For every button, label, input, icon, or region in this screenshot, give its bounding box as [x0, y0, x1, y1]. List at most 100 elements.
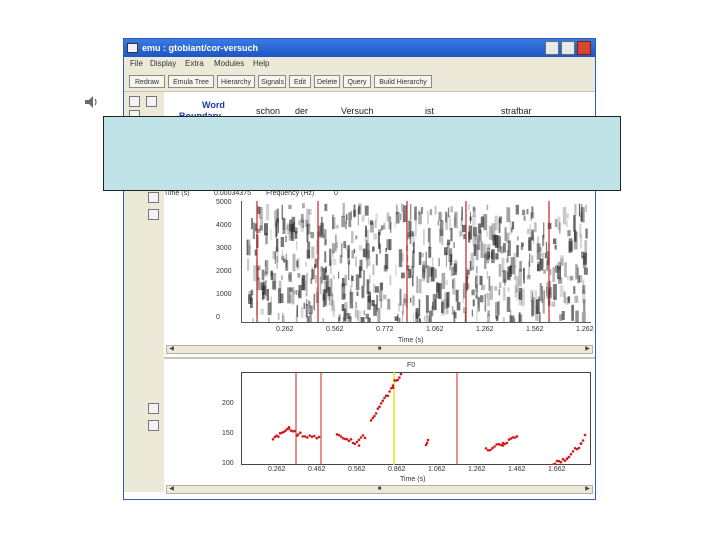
minimize-icon[interactable]	[545, 41, 559, 55]
spectrogram-streak	[390, 222, 392, 233]
maximize-icon[interactable]	[561, 41, 575, 55]
menu-help[interactable]: Help	[253, 59, 269, 68]
pane-splitter[interactable]	[164, 357, 595, 359]
scroll-right-icon[interactable]: ▶	[583, 346, 592, 353]
f0-point	[369, 419, 373, 422]
spectrogram-x-tick: 1.262	[476, 326, 494, 333]
window-title: emu : gtobiant/cor-versuch	[142, 43, 259, 53]
spectrogram-streak	[528, 253, 531, 267]
spectro-tool-icon[interactable]	[148, 192, 159, 203]
spectrogram-streak	[486, 204, 489, 211]
menu-extra[interactable]: Extra	[185, 59, 204, 68]
scroll-left-icon[interactable]: ◀	[167, 346, 176, 353]
spectrogram-streak	[582, 285, 586, 295]
emula-tree-button[interactable]: Emula Tree	[168, 75, 214, 88]
signals-button[interactable]: Signals	[258, 75, 286, 88]
query-button[interactable]: Query	[343, 75, 371, 88]
spectrogram-streak	[266, 289, 269, 301]
spectrogram-streak	[349, 315, 352, 322]
spectrogram-streak	[507, 287, 510, 292]
f0-tool-icon[interactable]	[148, 403, 159, 414]
spectro-edit-icon[interactable]	[148, 209, 159, 220]
spectrogram-streak	[438, 211, 442, 221]
spectrogram-streak	[372, 283, 376, 293]
spectrogram-streak	[518, 269, 522, 287]
spectrogram-streak	[368, 217, 370, 225]
f0-edit-icon[interactable]	[148, 420, 159, 431]
scroll-right-icon[interactable]: ▶	[583, 486, 592, 493]
time-value: 0.00034375	[214, 190, 251, 197]
edit-button[interactable]: Edit	[289, 75, 311, 88]
delete-button[interactable]: Delete	[314, 75, 340, 88]
spectrogram-streak	[412, 295, 415, 306]
spectrogram-streak	[398, 303, 401, 312]
spectrogram[interactable]	[241, 201, 591, 323]
f0-point	[303, 435, 307, 438]
spectrogram-streak	[423, 315, 426, 322]
speaker-icon[interactable]	[83, 94, 99, 110]
spectrogram-streak	[454, 211, 458, 229]
spectrogram-streak	[585, 204, 587, 212]
cursor-icon[interactable]	[146, 96, 157, 107]
spectrogram-streak	[425, 295, 429, 313]
redraw-button[interactable]: Redraw	[129, 75, 165, 88]
spectrogram-y-tick: 1000	[216, 291, 232, 298]
scroll-thumb[interactable]: ■	[375, 346, 384, 353]
spectrogram-streak	[347, 245, 350, 259]
spectrogram-streak	[543, 290, 545, 299]
spectrogram-streak	[347, 262, 350, 281]
hierarchy-button[interactable]: Hierarchy	[217, 75, 255, 88]
spectrogram-streak	[520, 245, 524, 251]
spectrogram-streak	[441, 272, 446, 290]
f0-point	[583, 433, 587, 437]
word-label[interactable]: ist	[425, 106, 434, 116]
word-label[interactable]: schon	[256, 106, 280, 116]
spectrogram-streak	[379, 282, 384, 291]
spectrogram-streak	[306, 316, 310, 323]
menu-modules[interactable]: Modules	[214, 59, 244, 68]
spectrogram-streak	[362, 270, 366, 287]
spectrogram-scrollbar[interactable]: ◀ ■ ▶	[166, 345, 593, 354]
spectrogram-streak	[351, 275, 354, 281]
f0-y-tick: 100	[222, 460, 234, 467]
spectrogram-streak	[439, 219, 444, 237]
menu-file[interactable]: File	[130, 59, 143, 68]
scroll-left-icon[interactable]: ◀	[167, 486, 176, 493]
f0-point	[398, 376, 401, 379]
title-bar[interactable]: emu : gtobiant/cor-versuch	[124, 39, 595, 57]
f0-scrollbar[interactable]: ◀ ■ ▶	[166, 485, 593, 494]
spectrogram-streak	[364, 229, 367, 243]
f0-plot[interactable]	[241, 372, 591, 465]
word-label[interactable]: Versuch	[341, 106, 374, 116]
close-icon[interactable]	[577, 41, 591, 55]
spectrogram-streak	[437, 220, 440, 226]
zoom-icon[interactable]	[129, 96, 140, 107]
spectrogram-streak	[278, 280, 282, 293]
f0-point	[379, 402, 383, 405]
spectrogram-streak	[573, 286, 576, 294]
f0-point	[374, 412, 378, 415]
spectrogram-streak	[491, 223, 496, 241]
word-label[interactable]: der	[295, 106, 308, 116]
spectrogram-streak	[348, 212, 352, 228]
spectrogram-streak	[412, 242, 415, 254]
f0-x-tick: 0.262	[268, 466, 286, 473]
word-label[interactable]: strafbar	[501, 106, 532, 116]
spectrogram-streak	[336, 241, 338, 249]
spectrogram-streak	[378, 229, 382, 236]
spectrogram-streak	[575, 310, 579, 323]
spectrogram-streak	[427, 211, 429, 225]
spectrogram-streak	[472, 299, 475, 307]
spectrogram-streak	[583, 267, 588, 275]
spectrogram-streak	[329, 263, 332, 275]
spectrogram-streak	[320, 222, 325, 238]
spectrogram-streak	[454, 260, 458, 272]
spectrogram-streak	[507, 266, 511, 281]
build-hierarchy-button[interactable]: Build Hierarchy	[374, 75, 432, 88]
scroll-thumb[interactable]: ■	[375, 486, 384, 493]
menu-display[interactable]: Display	[150, 59, 176, 68]
f0-point	[357, 438, 361, 442]
spectrogram-streak	[523, 215, 526, 221]
spectrogram-streak	[418, 251, 422, 266]
spectrogram-streak	[483, 253, 487, 269]
